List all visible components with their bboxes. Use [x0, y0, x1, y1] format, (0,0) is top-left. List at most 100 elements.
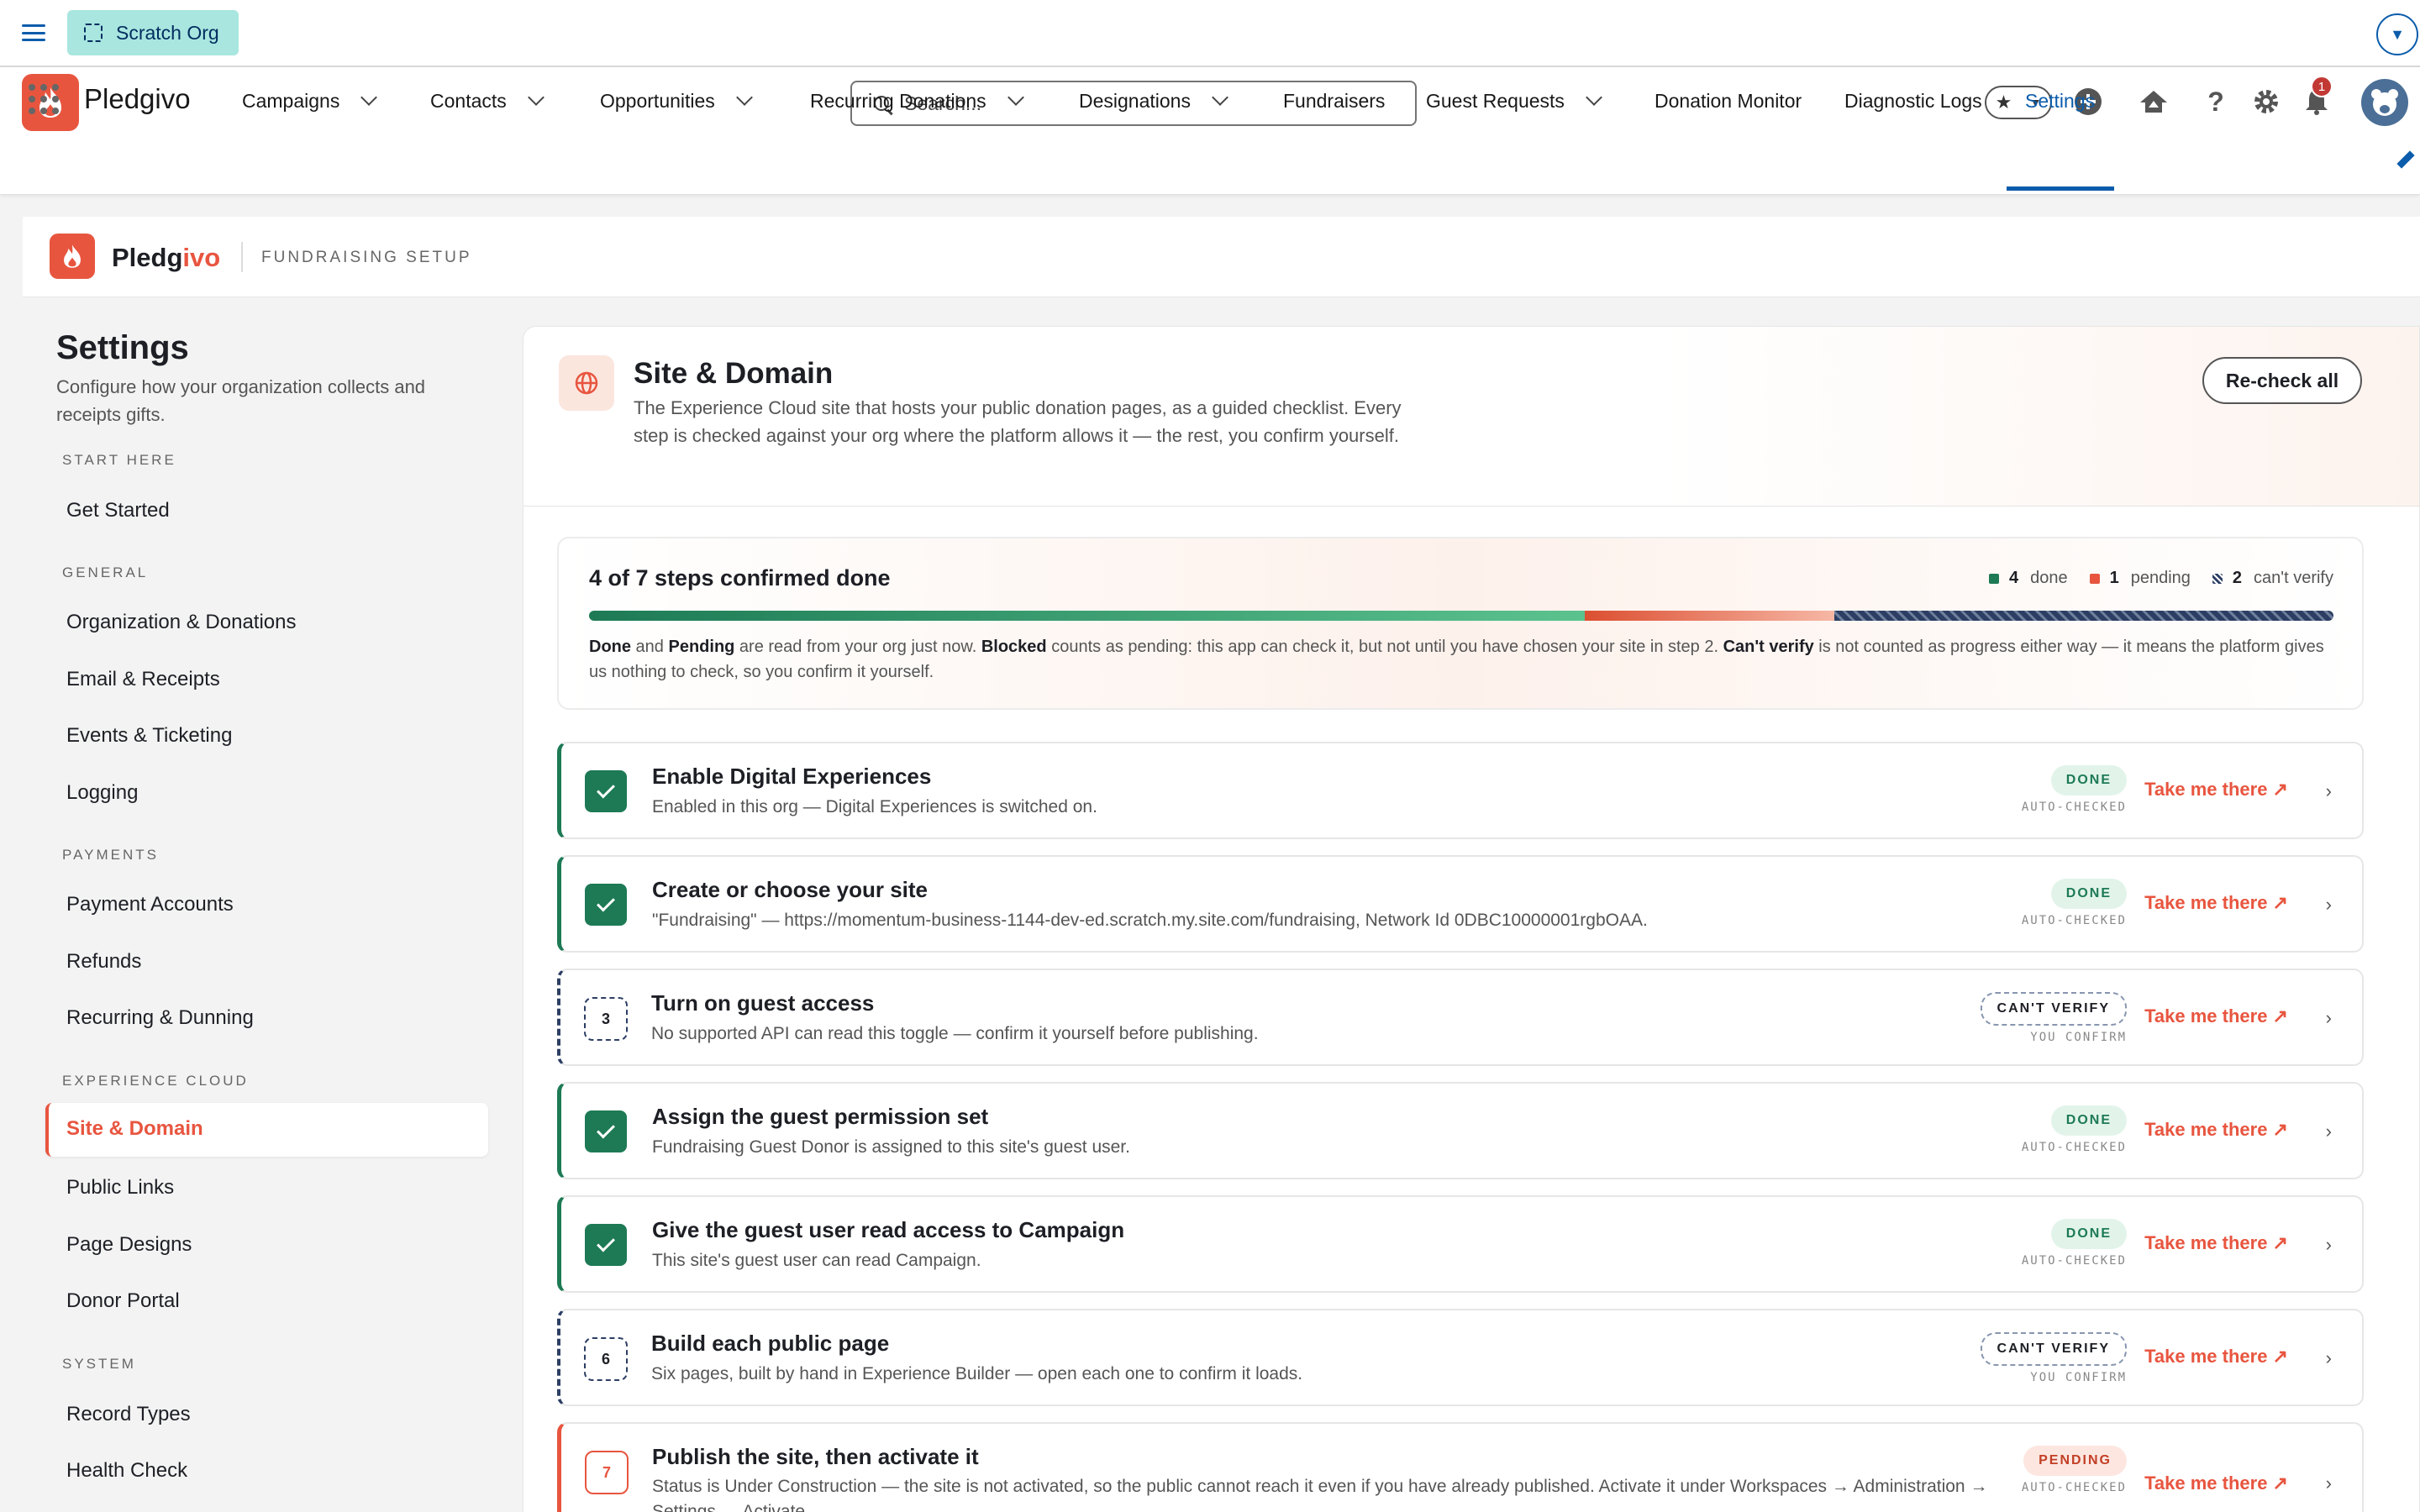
sidebar-item-health-check[interactable]: Health Check [66, 1459, 187, 1483]
sidebar-item-page-designs[interactable]: Page Designs [66, 1233, 192, 1257]
step-status: DONE AUTO-CHECKED [2022, 879, 2127, 927]
nav-tab-label: Campaigns [242, 89, 340, 112]
note-text: are read from your org just now. [734, 638, 981, 656]
checklist-step-5[interactable]: Give the guest user read access to Campa… [557, 1195, 2364, 1293]
section-label-general: GENERAL [62, 564, 149, 580]
chevron-down-icon[interactable] [360, 89, 378, 106]
take-me-there-link[interactable]: Take me there ↗ [2144, 1005, 2288, 1027]
take-me-there-link[interactable]: Take me there ↗ [2144, 779, 2288, 801]
checklist-step-3[interactable]: 3 Turn on guest access No supported API … [557, 969, 2364, 1066]
step-status: CAN'T VERIFY YOU CONFIRM [1980, 1332, 2127, 1384]
sidebar-item-site-domain[interactable]: Site & Domain [45, 1103, 488, 1157]
progress-note: Done and Pending are read from your org … [589, 634, 2345, 685]
panel-description: The Experience Cloud site that hosts you… [634, 397, 1402, 446]
sidebar-item-events-ticketing[interactable]: Events & Ticketing [66, 724, 232, 748]
menu-icon[interactable] [22, 22, 45, 44]
scratch-org-tag[interactable]: Scratch Org [67, 10, 239, 55]
progress-bar [589, 611, 2333, 621]
progress-bar-cant-verify [1834, 611, 2333, 621]
checklist-step-1[interactable]: Enable Digital Experiences Enabled in th… [557, 742, 2364, 839]
nav-tab-donation-monitor[interactable]: Donation Monitor [1655, 86, 1802, 116]
checklist-step-2[interactable]: Create or choose your site "Fundraising"… [557, 855, 2364, 953]
sidebar-item-refunds[interactable]: Refunds [66, 950, 141, 974]
chevron-right-icon[interactable]: › [2326, 780, 2332, 802]
nav-tab-campaigns[interactable]: Campaigns [242, 86, 378, 116]
take-me-there-link[interactable]: Take me there ↗ [2144, 1119, 2288, 1141]
status-badge: DONE [2050, 1105, 2127, 1136]
nav-tab-designations[interactable]: Designations [1079, 86, 1228, 116]
step-description: Six pages, built by hand in Experience B… [651, 1364, 1303, 1383]
legend-pending-label: pending [2130, 569, 2191, 587]
nav-tab-contacts[interactable]: Contacts [430, 86, 544, 116]
help-icon[interactable]: ? [2196, 82, 2235, 121]
legend-cant-count: 2 [2232, 569, 2243, 587]
take-me-there-link[interactable]: Take me there ↗ [2144, 892, 2288, 914]
sidebar-item-get-started[interactable]: Get Started [66, 499, 170, 522]
cant-verify-swatch [2212, 573, 2223, 584]
chevron-right-icon[interactable]: › [2326, 1121, 2332, 1142]
nav-tab-guest-requests[interactable]: Guest Requests [1426, 86, 1602, 116]
take-me-there-link[interactable]: Take me there ↗ [2144, 1232, 2288, 1254]
nav-tab-label: Contacts [430, 89, 507, 112]
step-description: Fundraising Guest Donor is assigned to t… [652, 1137, 1130, 1157]
recheck-all-button[interactable]: Re-check all [2202, 357, 2362, 404]
note-term-pending: Pending [668, 638, 735, 656]
chevron-down-icon[interactable] [527, 89, 544, 106]
sidebar-item-record-types[interactable]: Record Types [66, 1403, 191, 1426]
sidebar-item-donor-portal[interactable]: Donor Portal [66, 1289, 180, 1313]
step-number: 7 [585, 1451, 629, 1494]
sidebar-item-public-links[interactable]: Public Links [66, 1176, 174, 1200]
nav-tab-label: Guest Requests [1426, 89, 1565, 112]
step-description: "Fundraising" — https://momentum-busines… [652, 911, 1648, 930]
nav-tab-opportunities[interactable]: Opportunities [600, 86, 753, 116]
take-me-there-link[interactable]: Take me there ↗ [2144, 1346, 2288, 1368]
chevron-down-icon[interactable] [735, 89, 753, 106]
nav-tab-label: Opportunities [600, 89, 715, 112]
chevron-right-icon[interactable]: › [2326, 1234, 2332, 1256]
step-title: Create or choose your site [652, 877, 928, 902]
take-me-there-link[interactable]: Take me there ↗ [2144, 1473, 2288, 1494]
global-topbar: Scratch Org ▼ [0, 0, 2420, 67]
note-text: counts as pending: this app can check it… [1046, 638, 1723, 656]
nav-tab-settings[interactable]: Settings [2025, 86, 2095, 116]
nav-tab-diagnostic-logs[interactable]: Diagnostic Logs [1844, 86, 1982, 116]
check-icon [585, 1224, 627, 1266]
note-term-blocked: Blocked [981, 638, 1047, 656]
checklist-step-4[interactable]: Assign the guest permission set Fundrais… [557, 1082, 2364, 1179]
chevron-right-icon[interactable]: › [2326, 1473, 2332, 1494]
gear-icon[interactable] [2247, 82, 2286, 121]
sidebar-item-logging[interactable]: Logging [66, 781, 138, 805]
step-title: Give the guest user read access to Campa… [652, 1217, 1125, 1242]
user-avatar[interactable] [2361, 79, 2408, 126]
sidebar-item-payment-accounts[interactable]: Payment Accounts [66, 893, 234, 916]
progress-title: 4 of 7 steps confirmed done [589, 565, 891, 591]
chevron-right-icon[interactable]: › [2326, 894, 2332, 916]
chevron-right-icon[interactable]: › [2326, 1007, 2332, 1029]
step-description: This site's guest user can read Campaign… [652, 1251, 981, 1270]
nav-tab-recurring-donations[interactable]: Recurring Donations [810, 86, 1024, 116]
check-icon [585, 884, 627, 926]
nav-tab-fundraisers[interactable]: Fundraisers [1283, 86, 1385, 116]
app-launcher-icon[interactable] [29, 84, 59, 114]
legend-pending-count: 1 [2109, 569, 2119, 587]
note-text: and [631, 638, 669, 656]
chevron-down-icon[interactable] [1007, 89, 1024, 106]
status-subtext: AUTO-CHECKED [2021, 914, 2127, 927]
nav-tab-label: Diagnostic Logs [1844, 89, 1982, 112]
chevron-down-icon[interactable] [1212, 89, 1228, 106]
status-badge: CAN'T VERIFY [1980, 992, 2127, 1026]
setup-brand-bar: Pledgivo FUNDRAISING SETUP [23, 217, 2420, 297]
progress-summary: 4 of 7 steps confirmed done 4 done 1 pen… [557, 537, 2364, 710]
chevron-down-icon[interactable] [1586, 89, 1602, 106]
chevron-right-icon[interactable]: › [2326, 1347, 2332, 1369]
sidebar-item-email-receipts[interactable]: Email & Receipts [66, 668, 220, 691]
status-subtext: YOU CONFIRM [2030, 1371, 2127, 1384]
checklist-step-7[interactable]: 7 Publish the site, then activate it Sta… [557, 1422, 2364, 1512]
sidebar-item-organization-donations[interactable]: Organization & Donations [66, 611, 297, 634]
brand-subtitle: FUNDRAISING SETUP [261, 249, 472, 266]
org-icon [84, 24, 103, 42]
checklist-step-6[interactable]: 6 Build each public page Six pages, buil… [557, 1309, 2364, 1406]
sidebar-item-recurring-dunning[interactable]: Recurring & Dunning [66, 1006, 254, 1030]
trailhead-icon[interactable] [2134, 82, 2173, 121]
org-dropdown-icon[interactable]: ▼ [2376, 13, 2418, 55]
